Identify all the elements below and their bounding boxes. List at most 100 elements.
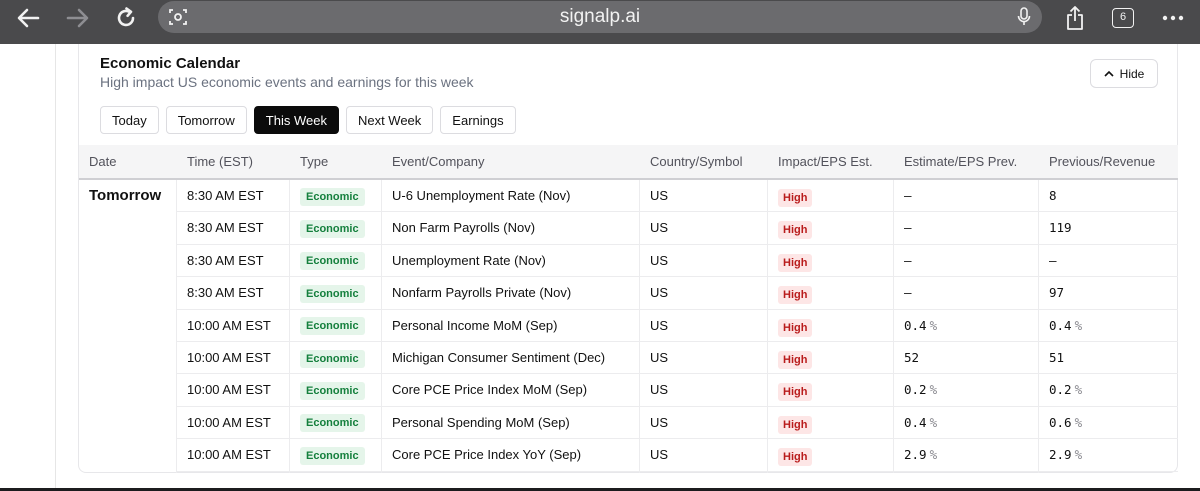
previous-value: 8	[1049, 188, 1057, 203]
cell-type: Economic	[300, 245, 365, 277]
cell-impact: High	[778, 310, 813, 342]
cell-time: 10:00 AM EST	[187, 342, 271, 374]
cell-event: Personal Spending MoM (Sep)	[392, 407, 570, 439]
cell-type: Economic	[300, 277, 365, 309]
cell-country: US	[650, 277, 668, 309]
cell-time: 8:30 AM EST	[187, 277, 264, 309]
cell-country: US	[650, 439, 668, 471]
cell-event: Core PCE Price Index MoM (Sep)	[392, 374, 587, 406]
table-row[interactable]: 10:00 AM EST Economic Core PCE Price Index…	[176, 439, 1178, 472]
cell-estimate: 52	[904, 342, 922, 374]
event-value: Core PCE Price Index MoM (Sep)	[392, 382, 588, 398]
type-badge: Economic	[300, 219, 365, 238]
cell-estimate: –	[904, 212, 915, 244]
percent-sign: %	[929, 447, 938, 463]
cell-impact: High	[778, 439, 813, 471]
table-row[interactable]: 8:30 AM EST Economic Non Farm Payrolls (No…	[176, 212, 1178, 245]
table-header: Date Time (EST) Type Event/Company Count…	[79, 145, 1178, 180]
date-group-label: Tomorrow	[89, 187, 162, 204]
back-arrow-icon[interactable]	[10, 0, 46, 36]
cell-estimate: 0.2%	[904, 374, 937, 406]
table-row[interactable]: 10:00 AM EST Economic Personal Income MoM …	[176, 310, 1178, 342]
cell-previous: 0.2%	[1049, 374, 1082, 406]
impact-badge: High	[778, 448, 813, 467]
previous-value: –	[1049, 252, 1057, 268]
country-value: US	[650, 220, 669, 236]
cell-country: US	[650, 407, 668, 439]
share-icon[interactable]	[1060, 0, 1090, 36]
table-row[interactable]: 8:30 AM EST Economic Unemployment Rate (No…	[176, 245, 1178, 278]
type-badge: Economic	[300, 187, 365, 206]
table-row[interactable]: 8:30 AM EST Economic U-6 Unemployment Rate…	[176, 180, 1178, 213]
cell-event: Unemployment Rate (Nov)	[392, 245, 546, 277]
cell-previous: 0.4%	[1049, 310, 1082, 342]
more-icon[interactable]	[1158, 0, 1188, 36]
tab-today[interactable]: Today	[100, 106, 159, 134]
cell-time: 10:00 AM EST	[187, 310, 271, 342]
column-header-time[interactable]: Time (EST)	[187, 145, 253, 178]
cell-type: Economic	[300, 407, 365, 439]
cell-type: Economic	[300, 180, 365, 212]
column-header-country[interactable]: Country/Symbol	[650, 145, 742, 178]
cell-estimate: –	[904, 245, 915, 277]
column-header-event[interactable]: Event/Company	[392, 145, 485, 178]
url-text: signalp.ai	[559, 6, 641, 27]
cell-previous: 0.6%	[1049, 407, 1082, 439]
cell-estimate: 0.4%	[904, 310, 937, 342]
type-badge: Economic	[300, 414, 365, 433]
time-value: 10:00 AM EST	[187, 447, 271, 463]
tab-earnings[interactable]: Earnings	[440, 106, 516, 134]
event-value: Unemployment Rate (Nov)	[392, 252, 546, 268]
address-bar[interactable]: signalp.ai	[158, 1, 1042, 33]
estimate-value: –	[904, 252, 912, 268]
table-row[interactable]: 10:00 AM EST Economic Michigan Consumer Se…	[176, 342, 1178, 375]
cell-type: Economic	[300, 310, 365, 342]
tab-this-week[interactable]: This Week	[253, 106, 339, 134]
cell-impact: High	[778, 277, 813, 309]
microphone-icon[interactable]	[1014, 1, 1034, 33]
cell-event: Michigan Consumer Sentiment (Dec)	[392, 342, 605, 374]
impact-badge: High	[778, 253, 813, 272]
tab-next-week[interactable]: Next Week	[345, 106, 434, 134]
cell-estimate: –	[904, 180, 915, 212]
impact-badge: High	[778, 318, 813, 337]
column-header-previous[interactable]: Previous/Revenue	[1049, 145, 1155, 178]
table-row[interactable]: 10:00 AM EST Economic Core PCE Price Index…	[176, 374, 1178, 407]
card-title: Economic Calendar	[100, 55, 241, 72]
type-badge: Economic	[300, 317, 365, 336]
estimate-value: 52	[904, 349, 920, 365]
reload-icon[interactable]	[108, 0, 144, 36]
time-value: 10:00 AM EST	[187, 414, 271, 430]
time-value: 10:00 AM EST	[187, 382, 271, 398]
tab-tomorrow[interactable]: Tomorrow	[165, 106, 247, 134]
table-row[interactable]: 10:00 AM EST Economic Personal Spending Mo…	[176, 407, 1178, 440]
time-value: 8:30 AM EST	[187, 252, 264, 268]
tabs-icon[interactable]: 6	[1110, 0, 1136, 36]
economic-calendar-card: Economic Calendar High impact US economi…	[78, 44, 1178, 473]
table-row[interactable]: 8:30 AM EST Economic Nonfarm Payrolls Priv…	[176, 277, 1178, 310]
cell-type: Economic	[300, 342, 365, 374]
event-value: Non Farm Payrolls (Nov)	[392, 220, 536, 236]
estimate-value: 0.4	[904, 414, 927, 430]
country-value: US	[650, 285, 669, 301]
cell-event: Personal Income MoM (Sep)	[392, 310, 557, 342]
hide-button[interactable]: Hide	[1090, 59, 1158, 88]
cell-previous: 8	[1049, 180, 1060, 212]
column-header-date[interactable]: Date	[89, 145, 116, 178]
cell-impact: High	[778, 342, 813, 374]
forward-arrow-icon[interactable]	[60, 0, 96, 36]
estimate-value: 0.4	[904, 317, 927, 333]
chevron-up-icon	[1104, 70, 1114, 77]
cell-estimate: 2.9%	[904, 439, 937, 471]
cell-country: US	[650, 212, 668, 244]
time-value: 8:30 AM EST	[187, 188, 264, 203]
previous-value: 0.2	[1049, 382, 1072, 398]
column-header-type[interactable]: Type	[300, 145, 328, 178]
estimate-value: –	[904, 220, 912, 236]
cell-country: US	[650, 374, 668, 406]
cell-type: Economic	[300, 374, 365, 406]
cell-impact: High	[778, 245, 813, 277]
column-header-estimate[interactable]: Estimate/EPS Prev.	[904, 145, 1017, 178]
event-value: Nonfarm Payrolls Private (Nov)	[392, 285, 572, 301]
column-header-impact[interactable]: Impact/EPS Est.	[778, 145, 873, 178]
